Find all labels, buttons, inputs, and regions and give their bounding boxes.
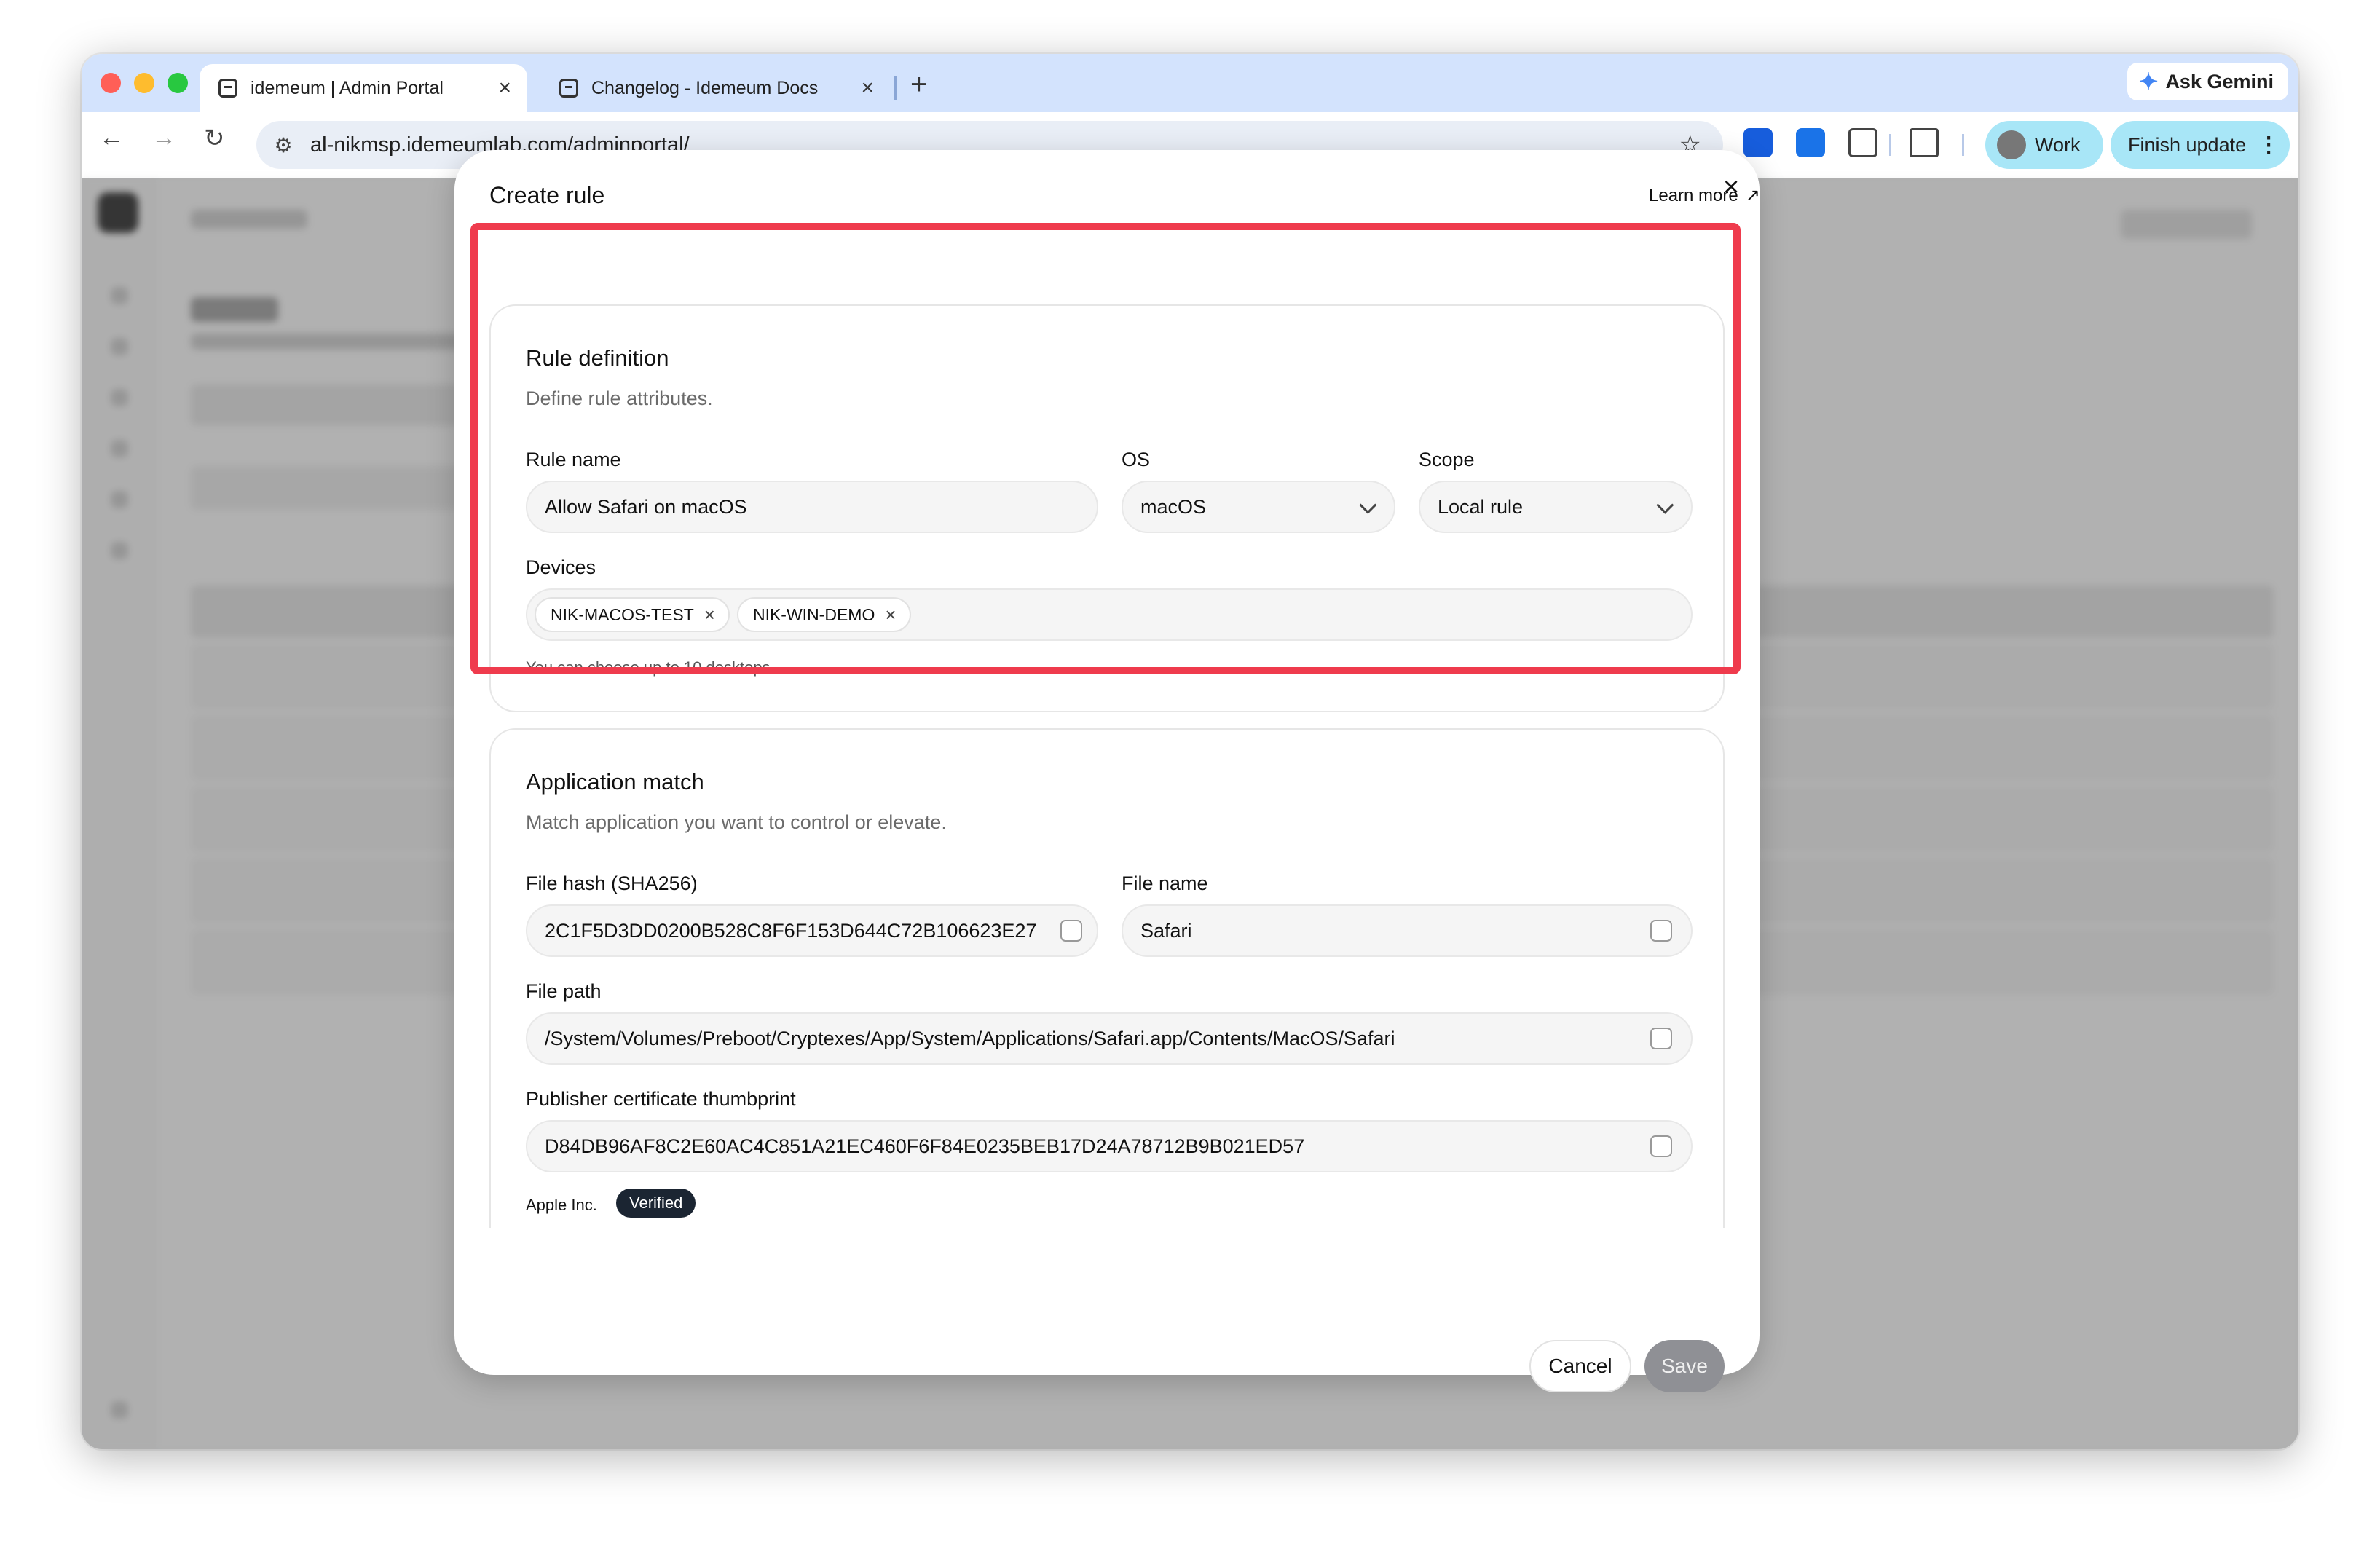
file-path-value: /System/Volumes/Preboot/Cryptexes/App/Sy… [545, 1027, 1395, 1049]
tab-changelog[interactable]: Changelog - Idemeum Docs × [540, 64, 890, 112]
file-path-input[interactable]: /System/Volumes/Preboot/Cryptexes/App/Sy… [526, 1012, 1693, 1065]
cancel-button[interactable]: Cancel [1529, 1340, 1631, 1392]
close-window-button[interactable] [101, 73, 121, 93]
avatar [1997, 130, 2026, 159]
publisher-thumbprint-value: D84DB96AF8C2E60AC4C851A21EC460F6F84E0235… [545, 1135, 1305, 1157]
devices-hint: You can choose up to 10 desktops. [526, 658, 775, 677]
os-select[interactable]: macOS [1122, 481, 1395, 533]
file-hash-value: 2C1F5D3DD0200B528C8F6F153D644C72B106623E… [545, 919, 1037, 942]
rule-definition-card: Rule definition Define rule attributes. … [489, 304, 1725, 712]
devices-label: Devices [526, 556, 596, 578]
device-chip-label: NIK-WIN-DEMO [752, 604, 875, 624]
learn-more-link[interactable]: Learn more ↗ [1649, 185, 1760, 206]
modal-close-icon[interactable]: × [1723, 172, 1739, 203]
cast-icon[interactable] [1910, 128, 1939, 157]
kebab-menu-icon[interactable]: ⋮ [2258, 133, 2279, 158]
site-favicon-icon [218, 79, 237, 98]
finish-update-button[interactable]: Finish update ⋮ [2111, 121, 2290, 169]
chevron-down-icon [1656, 496, 1674, 514]
file-name-checkbox[interactable] [1650, 920, 1672, 942]
window-controls [101, 73, 188, 93]
tab-title: idemeum | Admin Portal [251, 77, 444, 98]
tab-title: Changelog - Idemeum Docs [591, 77, 819, 98]
file-name-input[interactable]: Safari [1122, 904, 1693, 957]
chevron-down-icon [1359, 496, 1377, 514]
verified-badge: Verified [616, 1189, 696, 1218]
toolbar-separator [1889, 134, 1891, 156]
modal-title: Create rule [489, 182, 605, 208]
os-value: macOS [1140, 495, 1207, 518]
file-hash-checkbox[interactable] [1060, 920, 1082, 942]
rule-definition-subtitle: Define rule attributes. [526, 387, 713, 409]
create-rule-modal: Create rule Learn more ↗ × Rule definiti… [454, 150, 1760, 1392]
remove-chip-icon[interactable]: × [885, 604, 896, 626]
os-label: OS [1122, 449, 1151, 470]
devices-multiselect[interactable]: NIK-MACOS-TEST × NIK-WIN-DEMO × [526, 588, 1693, 641]
extensions-puzzle-icon[interactable] [1848, 128, 1877, 157]
zoom-window-button[interactable] [168, 73, 188, 93]
publisher-thumbprint-label: Publisher certificate thumbprint [526, 1088, 796, 1110]
external-link-icon: ↗ [1745, 186, 1760, 205]
tab-admin-portal[interactable]: idemeum | Admin Portal × [200, 64, 527, 112]
publisher-thumbprint-checkbox[interactable] [1650, 1135, 1672, 1157]
download-extension-icon[interactable] [1796, 128, 1825, 157]
rule-name-label: Rule name [526, 449, 621, 470]
ask-gemini-label: Ask Gemini [2165, 70, 2274, 92]
file-path-label: File path [526, 980, 602, 1002]
scope-select[interactable]: Local rule [1419, 481, 1693, 533]
application-match-subtitle: Match application you want to control or… [526, 811, 947, 833]
device-chip: NIK-WIN-DEMO × [736, 597, 911, 632]
device-chip: NIK-MACOS-TEST × [535, 597, 730, 632]
new-tab-button[interactable]: + [910, 68, 927, 101]
reload-icon[interactable]: ↻ [204, 124, 225, 153]
remove-chip-icon[interactable]: × [704, 604, 715, 626]
rule-name-input[interactable]: Allow Safari on macOS [526, 481, 1098, 533]
application-match-title: Application match [526, 769, 704, 795]
ask-gemini-button[interactable]: ✦ Ask Gemini [2127, 63, 2288, 100]
profile-label: Work [2035, 133, 2081, 156]
tab-strip: idemeum | Admin Portal × Changelog - Ide… [82, 54, 2298, 112]
publisher-thumbprint-input[interactable]: D84DB96AF8C2E60AC4C851A21EC460F6F84E0235… [526, 1120, 1693, 1172]
profile-chip[interactable]: Work [1985, 121, 2103, 169]
file-name-label: File name [1122, 872, 1208, 894]
minimize-window-button[interactable] [134, 73, 154, 93]
tab-separator [894, 76, 897, 100]
back-icon[interactable]: ← [99, 124, 124, 152]
file-hash-input[interactable]: 2C1F5D3DD0200B528C8F6F153D644C72B106623E… [526, 904, 1098, 957]
rule-definition-title: Rule definition [526, 345, 669, 371]
site-favicon-icon [559, 79, 578, 98]
bitwarden-extension-icon[interactable] [1743, 128, 1773, 157]
scroll-area[interactable]: Application match Match application you … [454, 718, 1760, 1228]
file-name-value: Safari [1140, 919, 1192, 942]
publisher-name: Apple Inc. [526, 1196, 597, 1214]
rule-name-value: Allow Safari on macOS [545, 495, 747, 518]
tab-close-icon[interactable]: × [498, 76, 511, 100]
scope-label: Scope [1419, 449, 1475, 470]
application-match-card: Application match Match application you … [489, 728, 1725, 1228]
finish-update-label: Finish update [2128, 133, 2247, 156]
site-info-icon[interactable]: ⚙ [267, 133, 300, 157]
forward-icon[interactable]: → [151, 124, 176, 152]
tab-close-icon[interactable]: × [861, 76, 874, 100]
device-chip-label: NIK-MACOS-TEST [551, 604, 694, 624]
save-button[interactable]: Save [1644, 1340, 1725, 1392]
file-hash-label: File hash (SHA256) [526, 872, 698, 894]
gemini-sparkle-icon: ✦ [2138, 68, 2159, 95]
file-path-checkbox[interactable] [1650, 1028, 1672, 1049]
toolbar-separator [1962, 134, 1964, 156]
scope-value: Local rule [1438, 495, 1524, 518]
